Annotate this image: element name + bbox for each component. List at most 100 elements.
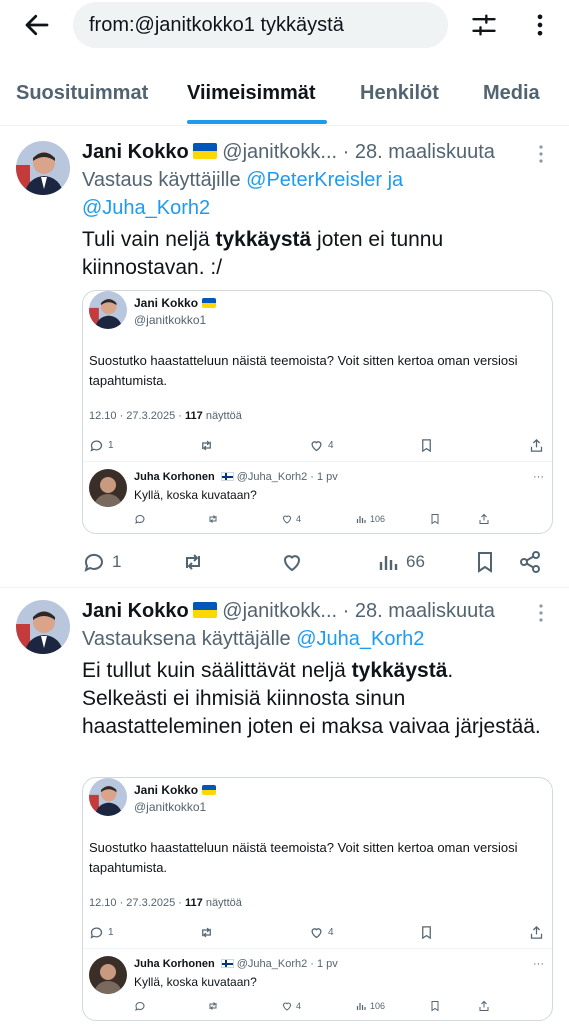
reply-actions: 4 106	[83, 511, 552, 527]
share-icon	[479, 1000, 489, 1011]
mention-link[interactable]: @PeterKreisler ja	[246, 169, 403, 191]
reply-icon	[90, 440, 103, 452]
author-name[interactable]: Jani Kokko	[82, 141, 189, 163]
reply-header: Juha Korhonen @Juha_Korh2 · 1 pv	[134, 471, 338, 483]
quoted-author: Jani Kokko	[134, 783, 217, 797]
ukraine-flag-icon	[192, 602, 217, 618]
reply-button[interactable]: 1	[89, 435, 114, 455]
more-vertical-icon[interactable]	[526, 10, 554, 40]
tab-top[interactable]: Suosituimmat	[16, 82, 148, 105]
author-name[interactable]: Jani Kokko	[82, 600, 189, 622]
like-button[interactable]	[280, 547, 304, 577]
tweet-header: Jani Kokko @janitkokk... · 28. maaliskuu…	[82, 141, 495, 164]
quoted-tweet-card[interactable]: Jani Kokko @janitkokko1 Suostutko haasta…	[82, 777, 553, 1021]
quoted-tweet-card[interactable]: Jani Kokko @janitkokko1 Suostutko haasta…	[82, 290, 553, 534]
retweet-button[interactable]	[199, 435, 214, 455]
share-button[interactable]	[529, 922, 544, 942]
retweet-button[interactable]	[181, 547, 205, 577]
quoted-handle: @janitkokko1	[134, 313, 207, 327]
reply-icon	[135, 1001, 145, 1011]
reply-context: Vastaus käyttäjille @PeterKreisler ja @J…	[82, 166, 442, 222]
mention-link[interactable]: @Juha_Korh2	[296, 628, 424, 650]
tweet-header: Jani Kokko @janitkokk... · 28. maaliskuu…	[82, 600, 495, 623]
bookmark-button[interactable]	[429, 511, 441, 527]
share-icon	[530, 925, 543, 939]
avatar[interactable]	[16, 600, 70, 654]
views-button[interactable]: 66	[376, 547, 425, 577]
quoted-actions: 1 4	[83, 922, 552, 942]
heart-icon	[283, 555, 301, 572]
bar-chart-icon	[356, 1003, 366, 1010]
bookmark-button[interactable]	[429, 998, 441, 1014]
quoted-text: Suostutko haastatteluun näistä teemoista…	[89, 353, 518, 388]
sliders-icon[interactable]	[470, 11, 498, 39]
avatar[interactable]	[16, 141, 70, 195]
more-vertical-icon[interactable]	[535, 603, 547, 623]
share-icon	[520, 551, 540, 573]
heart-icon	[311, 440, 322, 451]
mention-link[interactable]: @Juha_Korh2	[82, 197, 210, 219]
like-button[interactable]: 4	[281, 511, 301, 527]
heart-icon	[311, 927, 322, 938]
share-icon	[479, 513, 489, 524]
reply-prefix: Vastaus käyttäjille	[82, 169, 241, 191]
more-icon[interactable]: ···	[533, 471, 544, 483]
heart-icon	[282, 515, 292, 524]
like-button[interactable]: 4	[309, 435, 334, 455]
ukraine-flag-icon	[202, 298, 217, 308]
reply-icon	[90, 927, 103, 939]
top-bar: from:@janitkokko1 tykkäystä	[0, 0, 569, 54]
tab-media[interactable]: Media	[483, 82, 540, 105]
share-button[interactable]	[518, 547, 542, 577]
share-button[interactable]	[478, 998, 490, 1014]
more-vertical-icon[interactable]	[535, 144, 547, 164]
reply-icon	[135, 514, 145, 524]
views-button[interactable]: 106	[355, 998, 385, 1014]
tab-people[interactable]: Henkilöt	[360, 82, 439, 105]
reply-button[interactable]: 1	[82, 547, 121, 577]
bookmark-button[interactable]	[419, 922, 434, 942]
retweet-button[interactable]	[199, 922, 214, 942]
tweet[interactable]: Jani Kokko @janitkokk... · 28. maaliskuu…	[0, 588, 569, 1024]
reply-prefix: Vastauksena käyttäjälle	[82, 628, 291, 650]
retweet-button[interactable]	[207, 998, 219, 1014]
tweet-date: · 28. maaliskuuta	[342, 600, 495, 622]
quoted-actions: 1 4	[83, 435, 552, 455]
tweet-date: · 28. maaliskuuta	[342, 141, 495, 163]
reply-text: Kyllä, koska kuvataan?	[134, 488, 257, 502]
tweet[interactable]: Jani Kokko @janitkokk... · 28. maaliskuu…	[0, 128, 569, 588]
tab-latest[interactable]: Viimeisimmät	[187, 82, 316, 105]
views-button[interactable]: 106	[355, 511, 385, 527]
reply-icon	[84, 553, 103, 572]
share-button[interactable]	[529, 435, 544, 455]
tweet-text: Ei tullut kuin säälittävät neljä tykkäys…	[82, 659, 541, 738]
tweet-text: Tuli vain neljä tykkäystä joten ei tunnu…	[82, 228, 444, 279]
author-handle[interactable]: @janitkokk...	[222, 141, 337, 163]
share-icon	[530, 438, 543, 452]
like-button[interactable]: 4	[309, 922, 334, 942]
retweet-button[interactable]	[207, 511, 219, 527]
avatar[interactable]	[89, 778, 127, 816]
retweet-icon	[202, 440, 211, 450]
avatar[interactable]	[89, 469, 127, 507]
like-button[interactable]: 4	[281, 998, 301, 1014]
bookmark-button[interactable]	[419, 435, 434, 455]
bookmark-icon	[422, 438, 431, 452]
more-icon[interactable]: ···	[533, 958, 544, 970]
bookmark-button[interactable]	[473, 547, 497, 577]
arrow-left-icon[interactable]	[22, 10, 52, 40]
author-handle[interactable]: @janitkokk...	[222, 600, 337, 622]
avatar[interactable]	[89, 291, 127, 329]
reply-text: Kyllä, koska kuvataan?	[134, 975, 257, 989]
reply-button[interactable]	[134, 998, 146, 1014]
share-button[interactable]	[478, 511, 490, 527]
bookmark-icon	[478, 552, 492, 573]
search-input[interactable]: from:@janitkokko1 tykkäystä	[73, 2, 448, 48]
reply-button[interactable]: 1	[89, 922, 114, 942]
avatar[interactable]	[89, 956, 127, 994]
tweet-actions: 1 66	[0, 547, 569, 577]
search-tabs: Suosituimmat Viimeisimmät Henkilöt Media	[0, 70, 569, 126]
reply-context: Vastauksena käyttäjälle @Juha_Korh2	[82, 625, 542, 653]
reply-button[interactable]	[134, 511, 146, 527]
retweet-icon	[202, 927, 211, 937]
